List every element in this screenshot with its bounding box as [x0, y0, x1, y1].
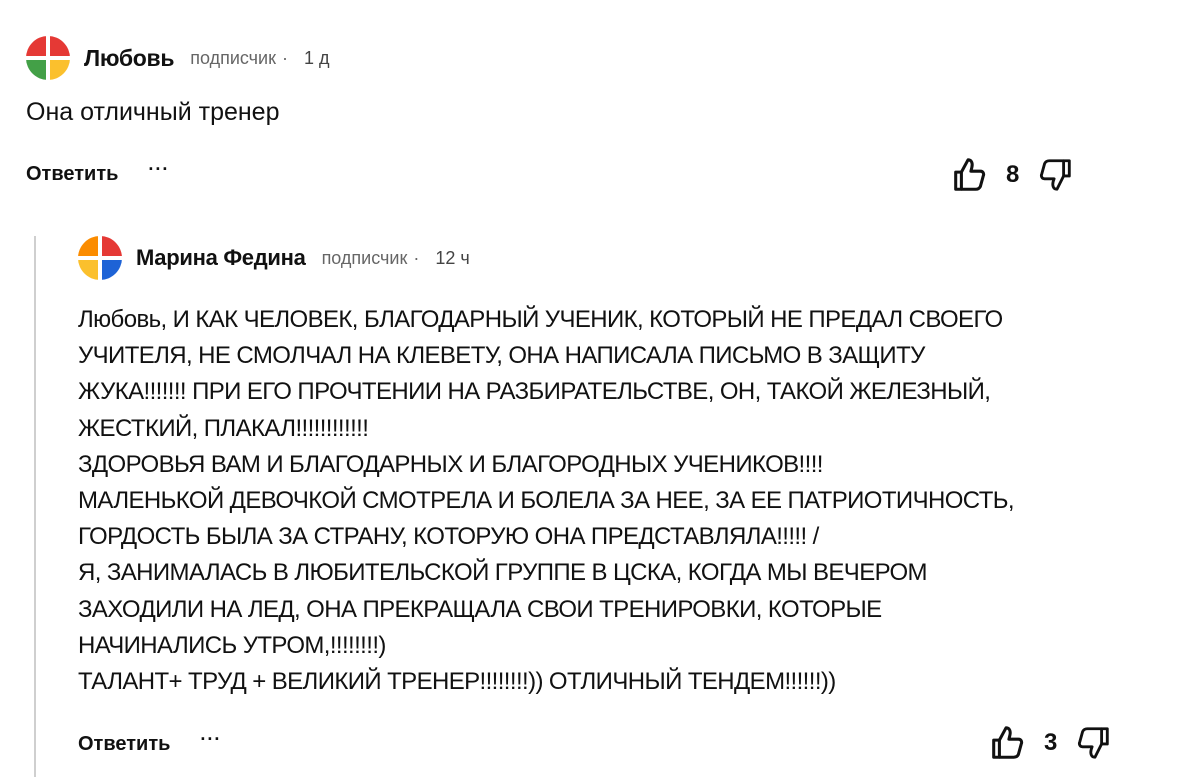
comment-text-line: МАЛЕНЬКОЙ ДЕВОЧКОЙ СМОТРЕЛА И БОЛЕЛА ЗА … — [78, 487, 1015, 515]
separator: · — [282, 47, 288, 68]
reply-button[interactable]: Ответить — [26, 163, 118, 186]
comment-text-line: ЗАХОДИЛИ НА ЛЕД, ОНА ПРЕКРАЩАЛА СВОИ ТРЕ… — [78, 595, 882, 623]
thread-line — [34, 236, 36, 777]
thumbs-down-icon[interactable] — [1037, 156, 1075, 194]
like-count: 3 — [1044, 729, 1058, 757]
more-options-button[interactable]: ··· — [200, 729, 221, 750]
reply-comment: Марина Федина подписчик · 12 ч Любовь, И… — [78, 236, 1168, 764]
comment-text-line: Любовь, И КАК ЧЕЛОВЕК, БЛАГОДАРНЫЙ УЧЕНИ… — [78, 306, 1003, 333]
comment-header: Любовь подписчик · 1 д — [26, 36, 1126, 80]
comment-text-line: НАЧИНАЛИСЬ УТРОМ,!!!!!!!!) — [78, 631, 386, 659]
comment-text-line: ЗДОРОВЬЯ ВАМ И БЛАГОДАРНЫХ И БЛАГОРОДНЫХ… — [78, 450, 823, 478]
like-count: 8 — [1006, 161, 1020, 188]
comment-actions: Ответить ··· 8 — [26, 154, 1126, 194]
comment-text-line: ТАЛАНТ+ ТРУД + ВЕЛИКИЙ ТРЕНЕР!!!!!!!!)) … — [78, 668, 836, 696]
thumbs-down-icon[interactable] — [1075, 724, 1113, 762]
thumbs-up-icon[interactable] — [988, 724, 1026, 762]
comment-text: Любовь, И КАК ЧЕЛОВЕК, БЛАГОДАРНЫЙ УЧЕНИ… — [78, 302, 1168, 700]
comment-text-line: УЧИТЕЛЯ, НЕ СМОЛЧАЛ НА КЛЕВЕТУ, ОНА НАПИ… — [78, 342, 925, 370]
vote-controls: 3 — [988, 724, 1113, 762]
comment-text-line: Я, ЗАНИМАЛАСЬ В ЛЮБИТЕЛЬСКОЙ ГРУППЕ В ЦС… — [78, 559, 928, 587]
comment-header: Марина Федина подписчик · 12 ч — [78, 236, 1168, 280]
comment-text: Она отличный тренер — [26, 98, 280, 126]
author-role: подписчик — [321, 247, 408, 268]
reply-button[interactable]: Ответить — [78, 733, 170, 756]
avatar[interactable] — [26, 36, 70, 80]
author-role: подписчик — [190, 47, 276, 68]
comment-time: 1 д — [304, 47, 330, 68]
comment-text-line: ЖУКА!!!!!!! ПРИ ЕГО ПРОЧТЕНИИ НА РАЗБИРА… — [78, 378, 991, 406]
thumbs-up-icon[interactable] — [950, 156, 988, 194]
avatar[interactable] — [78, 236, 122, 280]
more-options-button[interactable]: ··· — [148, 159, 169, 180]
comment-text-line: ЖЕСТКИЙ, ПЛАКАЛ!!!!!!!!!!!! — [78, 414, 369, 442]
comment-text-line: ГОРДОСТЬ БЫЛА ЗА СТРАНУ, КОТОРУЮ ОНА ПРЕ… — [78, 523, 819, 551]
author-name[interactable]: Любовь — [84, 45, 175, 72]
comment: Любовь подписчик · 1 д Она отличный трен… — [26, 36, 1126, 194]
author-name[interactable]: Марина Федина — [136, 245, 306, 271]
separator: · — [413, 247, 420, 268]
vote-controls: 8 — [950, 156, 1075, 194]
comment-time: 12 ч — [435, 247, 470, 268]
comment-actions: Ответить ··· 3 — [78, 724, 1168, 764]
